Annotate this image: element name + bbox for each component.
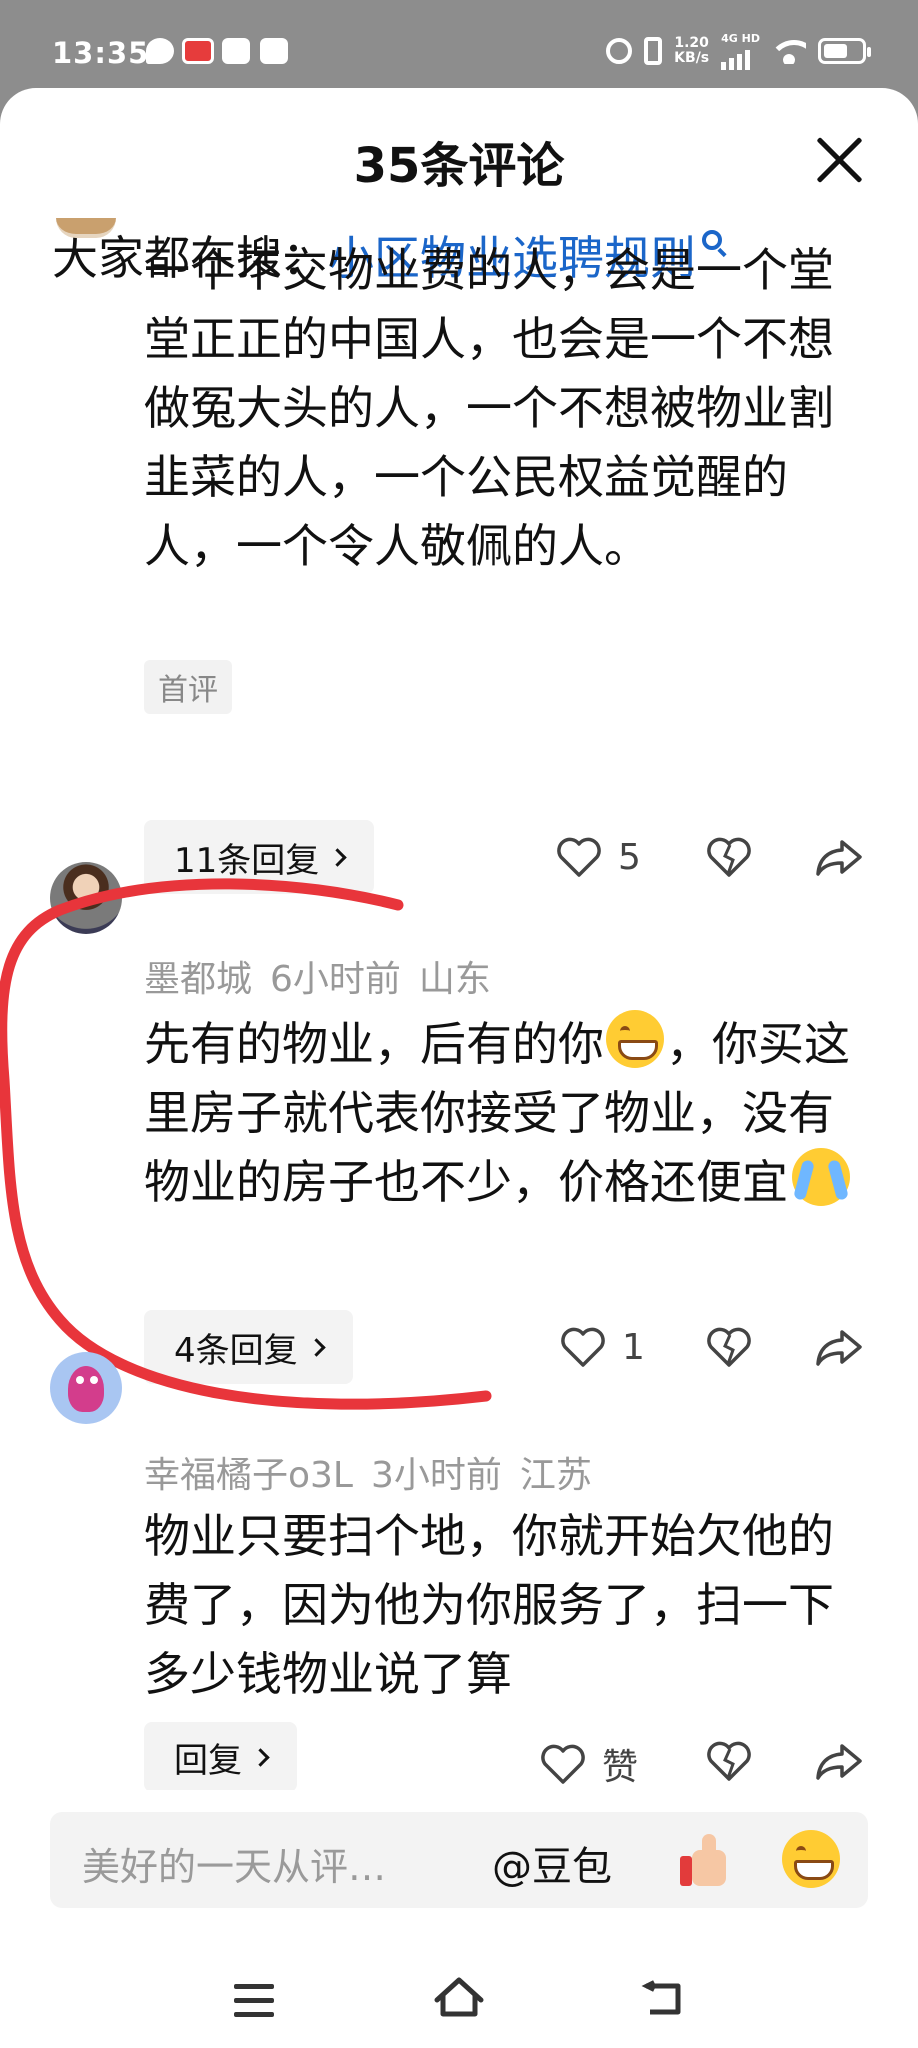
vibrate-icon (644, 37, 663, 65)
status-indicators: 1.20 KB/s 4G HD (606, 33, 871, 70)
heart-icon (541, 1744, 585, 1784)
dislike-heart-icon[interactable] (706, 836, 752, 878)
reply-button[interactable]: 回复 (144, 1722, 297, 1792)
cell-signal-icon: 4G HD (721, 33, 760, 70)
like-button[interactable]: 5 (556, 836, 641, 878)
share-icon[interactable] (814, 1326, 864, 1368)
comment-text: 一个不交物业费的人，会是一个堂堂正正的中国人，也会是一个不想做冤大头的人，一个不… (144, 243, 834, 573)
comment-author: 幸福橘子o3L (144, 1455, 353, 1496)
comment-text: 先有的物业，后有的你 ，你买这里房子就代表你接受了物业，没有物业的房子也不少，价格… (144, 1010, 874, 1217)
battery-icon (818, 38, 871, 64)
share-icon[interactable] (814, 836, 864, 878)
comment-time: 6小时前 (270, 959, 401, 1000)
heart-icon (561, 1327, 605, 1367)
chevron-right-icon (306, 1337, 326, 1357)
dislike-heart-icon[interactable] (706, 1740, 752, 1782)
wifi-icon (772, 38, 806, 64)
view-replies-button[interactable]: 11条回复 (144, 820, 375, 894)
comment-text: 物业只要扫个地，你就开始欠他的费了，因为他为你服务了，扫一下多少钱物业说了算 (144, 1509, 834, 1701)
avatar[interactable] (50, 862, 122, 934)
vivo-icon (260, 38, 288, 64)
chat-bubble-icon (146, 38, 174, 64)
comment-location: 江苏 (519, 1455, 592, 1496)
chevron-right-icon (328, 847, 347, 867)
like-button[interactable]: 赞 (540, 1738, 638, 1790)
comment-author: 墨都城 (144, 959, 253, 1000)
avatar[interactable] (50, 1352, 122, 1424)
first-comment-tag: 首评 (144, 660, 232, 714)
package-icon (222, 38, 250, 64)
mention-doubao-button[interactable]: @豆包 (492, 1834, 612, 1892)
cry-emoji-icon (792, 1148, 850, 1206)
toutiao-icon (182, 38, 214, 64)
sheet-title: 35条评论 (353, 138, 565, 194)
heart-icon (557, 837, 601, 877)
status-time: 13:35 (52, 36, 150, 70)
dislike-heart-icon[interactable] (706, 1326, 752, 1368)
like-button[interactable]: 1 (560, 1326, 645, 1368)
status-bar: 13:35 1.20 KB/s 4G HD (0, 0, 918, 88)
like-label: 赞 (602, 1747, 639, 1788)
back-icon[interactable] (640, 1978, 684, 2018)
thumbs-up-icon[interactable] (676, 1832, 732, 1888)
comment-meta: 幸福橘子o3L 3小时前 江苏 (144, 1446, 610, 1498)
grin-emoji-icon (606, 1010, 664, 1068)
share-icon[interactable] (814, 1740, 864, 1782)
comment-input-bar[interactable]: 美好的一天从评… @豆包 (50, 1812, 868, 1908)
like-count: 1 (622, 1326, 645, 1368)
net-speed: 1.20 KB/s (674, 35, 710, 66)
emoji-picker-icon[interactable] (782, 1830, 840, 1888)
like-count: 5 (618, 836, 641, 878)
alarm-icon (606, 38, 633, 64)
comment-input-placeholder[interactable]: 美好的一天从评… (82, 1836, 386, 1891)
recent-apps-icon[interactable] (234, 1984, 274, 2018)
comment-time: 3小时前 (371, 1455, 502, 1496)
close-button[interactable] (812, 132, 868, 188)
comment-location: 山东 (418, 959, 491, 1000)
view-replies-button[interactable]: 4条回复 (144, 1310, 353, 1384)
chevron-right-icon (251, 1747, 270, 1767)
comment-meta: 墨都城 6小时前 山东 (144, 950, 509, 1002)
home-icon[interactable] (432, 1974, 486, 2018)
